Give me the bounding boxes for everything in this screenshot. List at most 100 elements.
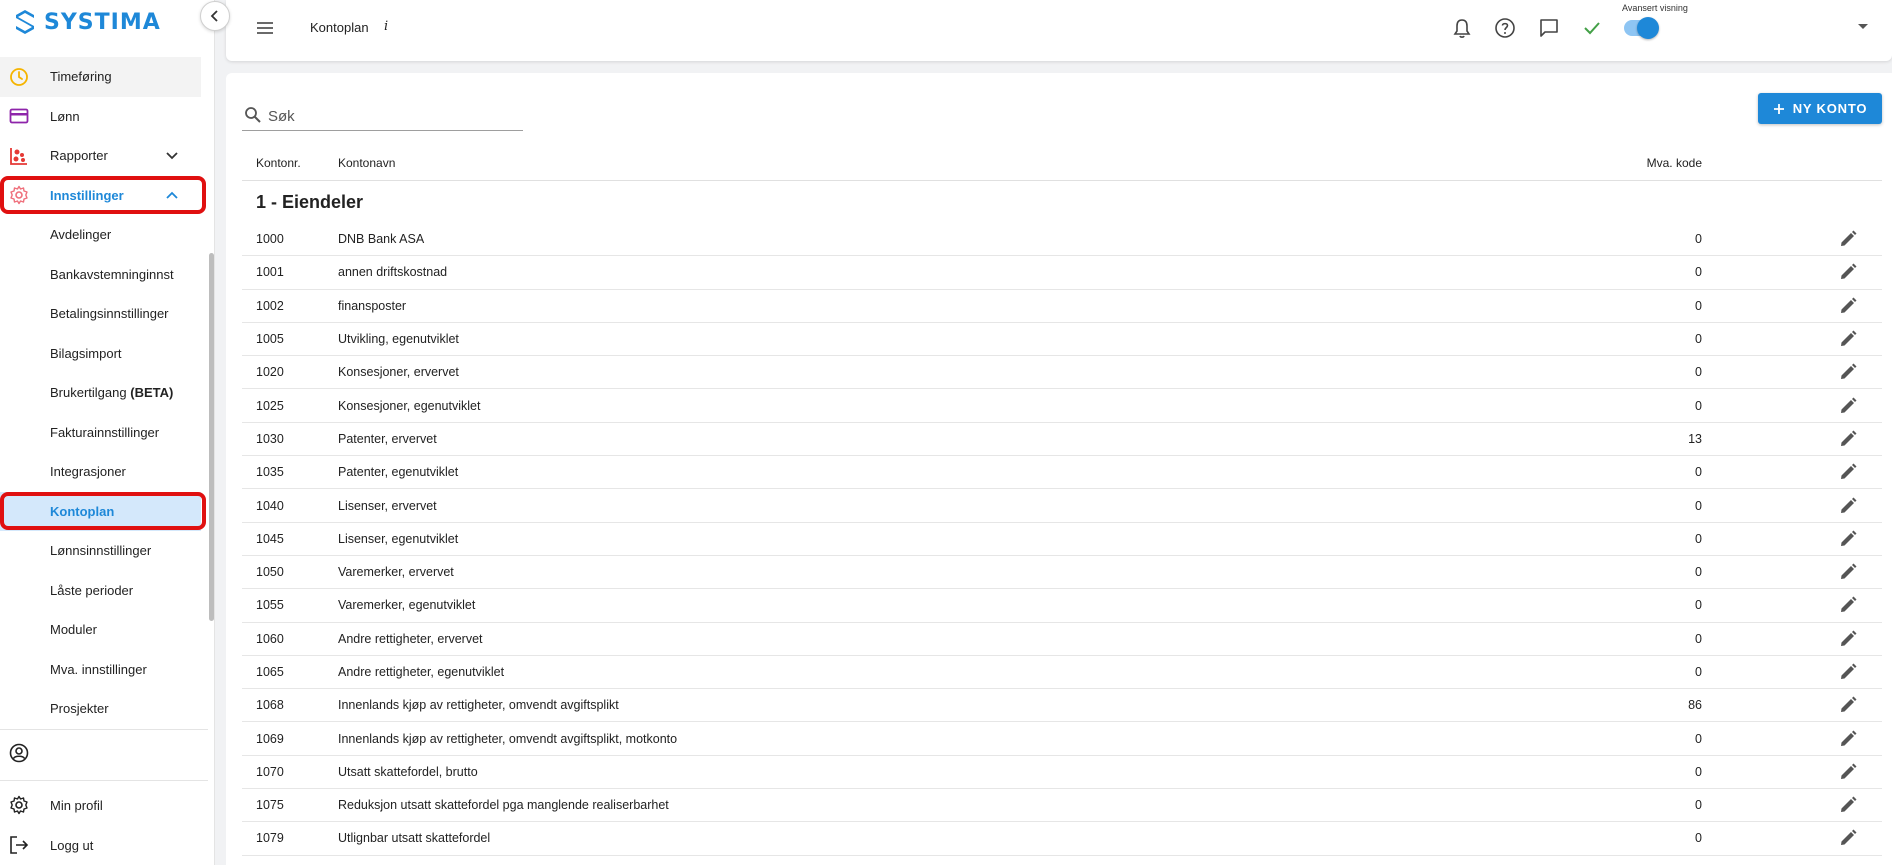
column-header-mva[interactable]: Mva. kode	[1647, 156, 1702, 170]
account-name: annen driftskostnad	[338, 265, 448, 280]
user-account[interactable]	[0, 730, 208, 776]
search-icon	[245, 107, 261, 123]
edit-pencil-icon[interactable]	[1838, 828, 1858, 848]
account-name: Reduksjon utsatt skattefordel pga mangle…	[338, 798, 669, 813]
edit-pencil-icon[interactable]	[1838, 529, 1858, 549]
edit-pencil-icon[interactable]	[1838, 462, 1858, 482]
table-row[interactable]: 1020 Konsesjoner, ervervet 0	[242, 356, 1882, 390]
table-row[interactable]: 1050 Varemerker, ervervet 0	[242, 556, 1882, 590]
sidebar-item-rapporter[interactable]: Rapporter	[0, 136, 201, 176]
check-icon[interactable]	[1580, 16, 1604, 40]
mva-code: 0	[1695, 831, 1702, 846]
logo-text: SYSTIMA	[44, 9, 161, 35]
edit-pencil-icon[interactable]	[1838, 362, 1858, 382]
table-row[interactable]: 1030 Patenter, ervervet 13	[242, 423, 1882, 457]
account-name: Varemerker, ervervet	[338, 565, 454, 580]
table-row[interactable]: 1070 Utsatt skattefordel, brutto 0	[242, 756, 1882, 790]
mva-code: 0	[1695, 298, 1702, 313]
sidebar-scrollbar[interactable]	[209, 253, 214, 621]
sidebar-item-timeforing[interactable]: Timeføring	[0, 57, 201, 97]
chat-icon[interactable]	[1537, 16, 1561, 40]
table-row[interactable]: 1060 Andre rettigheter, ervervet 0	[242, 623, 1882, 656]
sidebar-subitem-brukertilgang[interactable]: Brukertilgang (BETA)	[0, 373, 201, 413]
sidebar-subitem-fakturainnstillinger[interactable]: Fakturainnstillinger	[0, 413, 201, 453]
sidebar-subitem-avdelinger[interactable]: Avdelinger	[0, 215, 201, 255]
systima-logo[interactable]: SYSTIMA	[14, 8, 161, 36]
sidebar-subitem-label: Betalingsinnstillinger	[50, 306, 169, 322]
table-row[interactable]: 1001 annen driftskostnad 0	[242, 256, 1882, 290]
sidebar-subitem-bankavstemning[interactable]: Bankavstemninginnst	[0, 255, 201, 295]
edit-pencil-icon[interactable]	[1838, 595, 1858, 615]
sidebar-subitem-kontoplan[interactable]: Kontoplan	[0, 491, 201, 531]
table-row[interactable]: 1000 DNB Bank ASA 0	[242, 223, 1882, 257]
sidebar-item-label: Timeføring	[50, 69, 112, 85]
chevron-up-icon[interactable]	[165, 188, 179, 202]
account-name: Andre rettigheter, egenutviklet	[338, 665, 505, 679]
column-header-kontonavn[interactable]: Kontonavn	[338, 156, 395, 170]
table-row[interactable]: 1005 Utvikling, egenutviklet 0	[242, 323, 1882, 357]
logout-link[interactable]: Logg ut	[0, 825, 208, 865]
table-row[interactable]: 1045 Lisenser, egenutviklet 0	[242, 523, 1882, 556]
edit-pencil-icon[interactable]	[1838, 429, 1858, 449]
table-row[interactable]: 1079 Utlignbar utsatt skattefordel 0	[242, 822, 1882, 856]
edit-pencil-icon[interactable]	[1838, 329, 1858, 349]
sidebar-subitem-bilagsimport[interactable]: Bilagsimport	[0, 334, 201, 374]
edit-pencil-icon[interactable]	[1838, 562, 1858, 582]
hamburger-menu-icon[interactable]	[254, 17, 276, 39]
table-row[interactable]: 1065 Andre rettigheter, egenutviklet 0	[242, 656, 1882, 690]
edit-pencil-icon[interactable]	[1838, 795, 1858, 815]
search-field[interactable]	[242, 101, 523, 131]
column-header-kontonr[interactable]: Kontonr.	[256, 156, 301, 170]
min-profil-link[interactable]: Min profil	[0, 785, 208, 825]
edit-pencil-icon[interactable]	[1838, 229, 1858, 249]
edit-pencil-icon[interactable]	[1838, 496, 1858, 516]
edit-pencil-icon[interactable]	[1838, 262, 1858, 282]
notification-bell-icon[interactable]	[1450, 16, 1474, 40]
table-row[interactable]: 1035 Patenter, egenutviklet 0	[242, 456, 1882, 490]
table-row[interactable]: 1025 Konsesjoner, egenutviklet 0	[242, 389, 1882, 423]
table-row[interactable]: 1002 finansposter 0	[242, 290, 1882, 323]
edit-pencil-icon[interactable]	[1838, 662, 1858, 682]
mva-code: 0	[1695, 265, 1702, 280]
table-row[interactable]: 1075 Reduksjon utsatt skattefordel pga m…	[242, 789, 1882, 823]
table-row[interactable]: 1069 Innenlands kjøp av rettigheter, omv…	[242, 722, 1882, 756]
mva-code: 0	[1695, 565, 1702, 580]
account-number: 1069	[256, 731, 284, 746]
search-input[interactable]	[268, 105, 518, 127]
sidebar-subitem-integrasjoner[interactable]: Integrasjoner	[0, 452, 201, 492]
info-icon[interactable]: i	[384, 19, 388, 34]
account-name: Patenter, ervervet	[338, 431, 437, 446]
edit-pencil-icon[interactable]	[1838, 729, 1858, 749]
chevron-down-icon[interactable]	[165, 149, 179, 163]
edit-pencil-icon[interactable]	[1838, 296, 1858, 316]
main-panel: NY KONTO Kontonr. Kontonavn Mva. kode 1 …	[226, 73, 1892, 865]
table-row[interactable]: 1068 Innenlands kjøp av rettigheter, omv…	[242, 689, 1882, 723]
edit-pencil-icon[interactable]	[1838, 762, 1858, 782]
sidebar-subitem-label: Bankavstemninginnst	[50, 266, 174, 282]
account-name: Andre rettigheter, ervervet	[338, 631, 483, 646]
sidebar-subitem-mva-innstillinger[interactable]: Mva. innstillinger	[0, 650, 201, 690]
edit-pencil-icon[interactable]	[1838, 629, 1858, 649]
table-row[interactable]: 1040 Lisenser, ervervet 0	[242, 489, 1882, 523]
sidebar: SYSTIMA Timeføring Lønn Rapporter Innsti…	[0, 0, 215, 865]
sidebar-subitem-betalingsinnstillinger[interactable]: Betalingsinnstillinger	[0, 294, 201, 334]
edit-pencil-icon[interactable]	[1838, 396, 1858, 416]
edit-pencil-icon[interactable]	[1838, 695, 1858, 715]
sidebar-subitem-prosjekter[interactable]: Prosjekter	[0, 689, 201, 729]
collapse-sidebar-button[interactable]	[200, 1, 230, 31]
mva-code: 13	[1688, 431, 1702, 446]
sidebar-item-innstillinger[interactable]: Innstillinger	[0, 176, 201, 216]
account-dropdown-caret-icon[interactable]	[1858, 24, 1868, 29]
sidebar-subitem-moduler[interactable]: Moduler	[0, 610, 201, 650]
account-name: Utvikling, egenutviklet	[338, 332, 459, 347]
sidebar-item-lonn[interactable]: Lønn	[0, 97, 201, 137]
help-icon[interactable]	[1493, 16, 1517, 40]
table-row[interactable]: 1055 Varemerker, egenutviklet 0	[242, 589, 1882, 623]
mva-code: 0	[1695, 631, 1702, 646]
sidebar-subitem-laste-perioder[interactable]: Låste perioder	[0, 571, 201, 611]
account-number: 1001	[256, 265, 284, 280]
new-account-button[interactable]: NY KONTO	[1758, 93, 1882, 124]
sidebar-subitem-lonnsinnstillinger[interactable]: Lønnsinnstillinger	[0, 531, 201, 571]
toggle-knob[interactable]	[1637, 17, 1659, 39]
topbar: Kontoplan i Avansert visning	[226, 0, 1892, 61]
